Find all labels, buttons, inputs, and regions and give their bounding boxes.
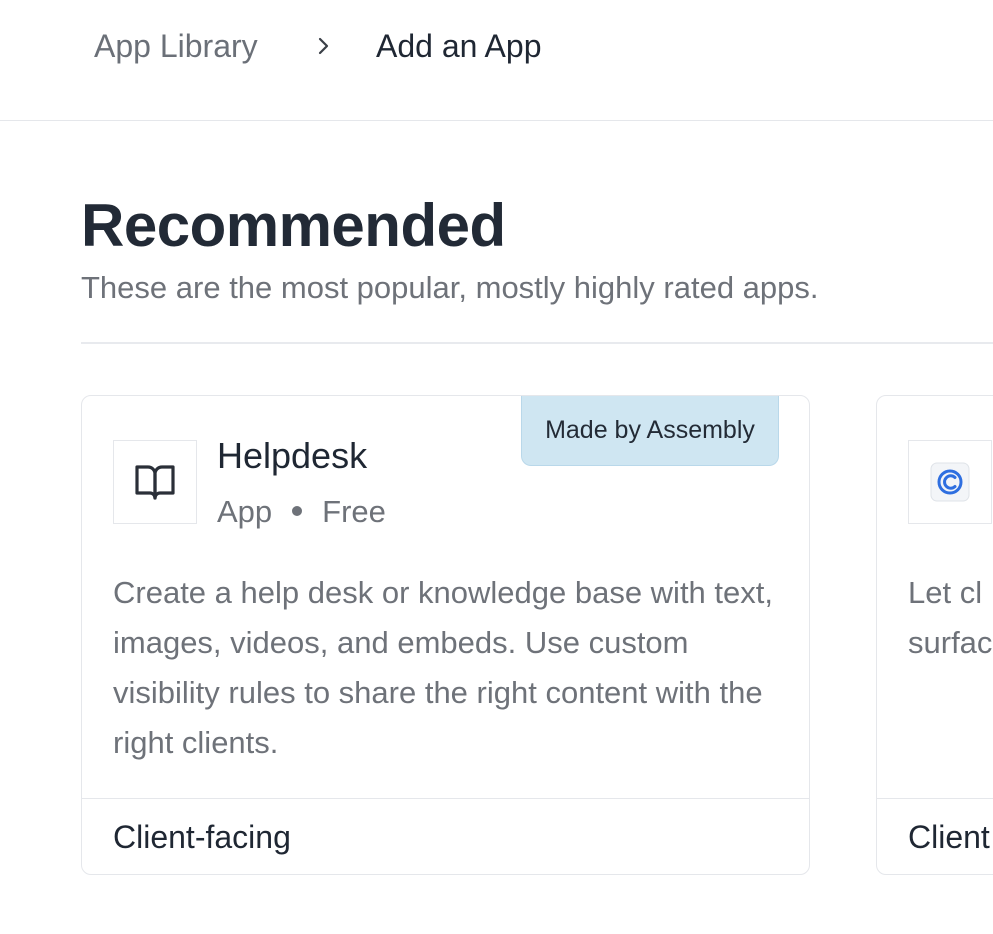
description-line: Let cl: [908, 575, 983, 610]
app-card-title: Helpdesk: [217, 435, 368, 476]
breadcrumb-current-page: Add an App: [376, 28, 542, 64]
app-card-2[interactable]: Let cl surfac Client: [876, 395, 993, 875]
made-by-assembly-badge: Made by Assembly: [521, 396, 779, 466]
app-icon-container: [908, 440, 992, 524]
section-divider: [81, 342, 993, 344]
app-icon-container: [113, 440, 197, 524]
separator-dot: [292, 505, 303, 516]
breadcrumb: App Library Add an App: [0, 0, 993, 121]
app-type-label: App: [217, 494, 273, 529]
app-card-meta: App Free: [217, 492, 386, 532]
description-line: surfac: [908, 625, 993, 660]
app-category-tag: Client: [908, 819, 990, 855]
section-subtitle: These are the most popular, mostly highl…: [81, 270, 819, 305]
app-card-helpdesk[interactable]: Helpdesk App Free Made by Assembly Create…: [81, 395, 810, 875]
app-card-description: Let cl surfac: [908, 568, 993, 668]
calendly-logo-icon: [930, 462, 970, 502]
app-card-footer: Client-facing: [82, 798, 809, 874]
app-card-description: Create a help desk or knowledge base wit…: [113, 575, 773, 760]
chevron-right-icon: [318, 37, 329, 55]
app-price-label: Free: [322, 494, 386, 529]
app-category-tag: Client-facing: [113, 819, 291, 855]
app-card-footer: Client: [877, 798, 993, 874]
breadcrumb-app-library-link[interactable]: App Library: [94, 26, 258, 66]
book-icon: [135, 465, 175, 500]
section-title: Recommended: [81, 192, 506, 259]
